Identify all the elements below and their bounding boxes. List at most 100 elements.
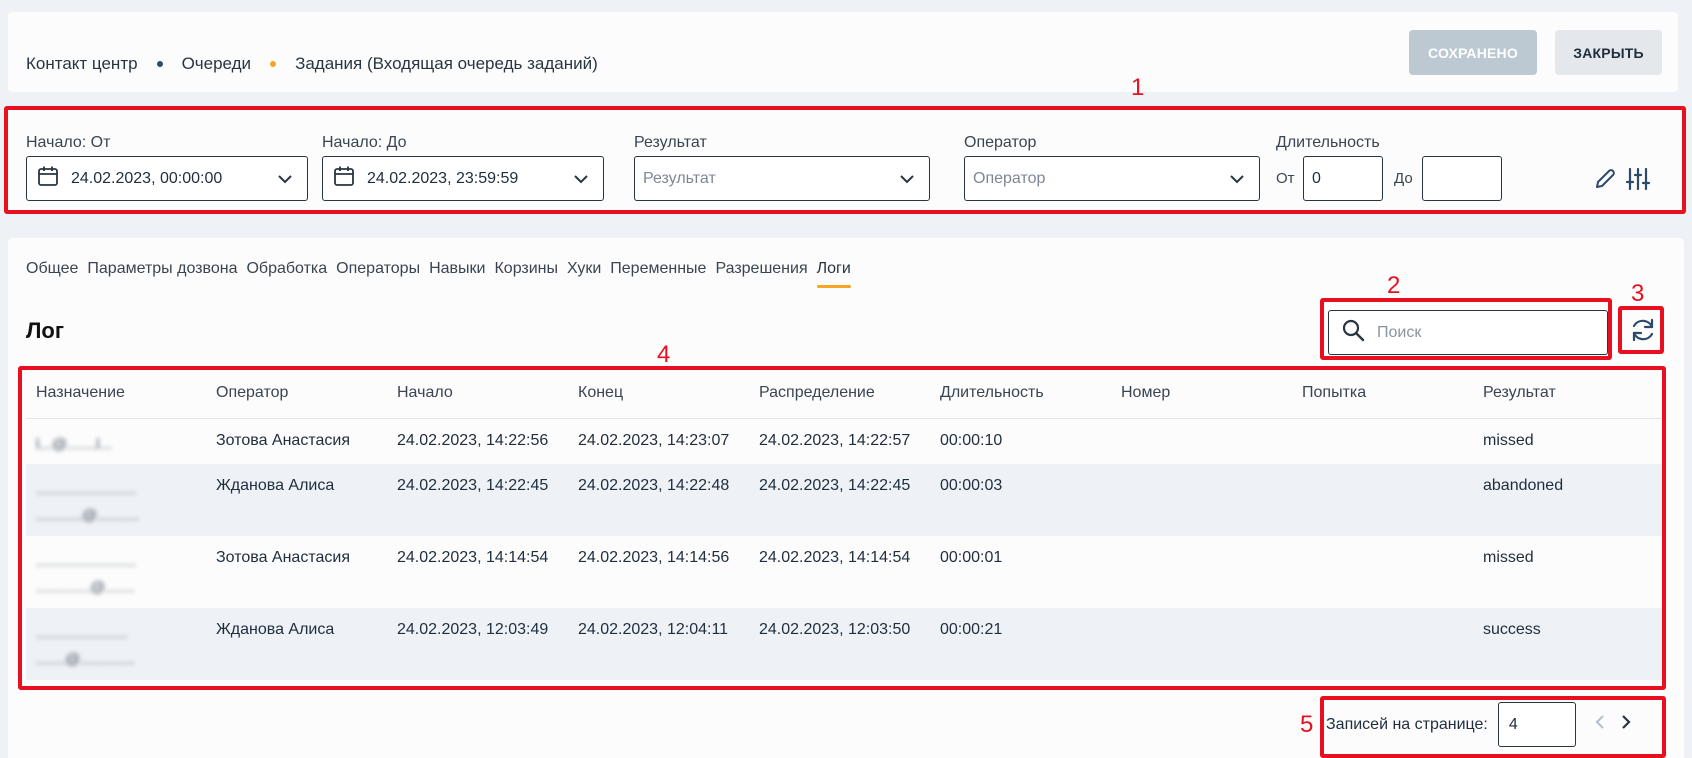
breadcrumb-separator <box>156 61 163 67</box>
column-header[interactable]: Длительность <box>930 368 1111 419</box>
column-header[interactable]: Назначение <box>26 368 206 419</box>
result-cell: missed <box>1483 431 1534 449</box>
tab-variables[interactable]: Переменные <box>610 260 706 286</box>
number-cell <box>1111 608 1292 680</box>
tab-buckets[interactable]: Корзины <box>494 260 558 286</box>
next-page-icon[interactable] <box>1620 714 1632 735</box>
destination-cell-line2: .............@....... <box>36 579 135 596</box>
column-header[interactable]: Распределение <box>749 368 930 419</box>
start-to-picker[interactable]: 24.02.2023, 23:59:59 <box>322 156 604 201</box>
operator-select[interactable]: Оператор <box>964 156 1260 201</box>
destination-cell-line2: ...........@.......... <box>36 507 139 524</box>
main-panel: Общее Параметры дозвона Обработка Операт… <box>8 238 1684 758</box>
start-cell: 24.02.2023, 14:14:54 <box>397 549 549 566</box>
start-cell: 24.02.2023, 14:22:56 <box>397 431 549 449</box>
number-cell <box>1111 418 1292 464</box>
duration-from-input[interactable]: 0 <box>1303 156 1383 201</box>
destination-cell: ........................ <box>36 481 137 498</box>
tab-general[interactable]: Общее <box>26 260 78 286</box>
result-label: Результат <box>634 134 707 151</box>
tab-permissions[interactable]: Разрешения <box>715 260 807 286</box>
log-table: Назначение Оператор Начало Конец Распред… <box>26 368 1664 680</box>
result-cell: missed <box>1483 549 1534 566</box>
destination-cell: ........................ <box>36 553 137 570</box>
distribution-cell: 24.02.2023, 12:03:50 <box>749 608 930 680</box>
header-bar: Контакт центр Очереди Задания (Входящая … <box>8 12 1678 92</box>
tab-processing[interactable]: Обработка <box>246 260 327 286</box>
duration-from-value: 0 <box>1312 169 1321 187</box>
attempt-cell <box>1292 418 1473 464</box>
duration-from-label: От <box>1276 170 1295 187</box>
table-row[interactable]: ...................... .......@..........… <box>26 608 1664 680</box>
breadcrumb-queues[interactable]: Очереди <box>182 54 252 74</box>
page-size-value: 4 <box>1508 715 1518 733</box>
annotation-number-5: 5 <box>1300 711 1314 738</box>
close-button[interactable]: ЗАКРЫТЬ <box>1555 30 1662 75</box>
pencil-icon[interactable] <box>1593 167 1617 196</box>
chevron-down-icon <box>277 171 293 192</box>
attempt-cell <box>1292 536 1473 608</box>
filters-panel: Начало: От 24.02.2023, 00:00:00 Начало: … <box>8 108 1684 213</box>
annotation-number-4: 4 <box>657 341 671 368</box>
tab-hooks[interactable]: Хуки <box>567 260 601 286</box>
duration-cell: 00:00:03 <box>930 464 1111 536</box>
annotation-number-1: 1 <box>1131 74 1145 101</box>
result-cell: success <box>1473 608 1664 680</box>
search-placeholder: Поиск <box>1377 323 1422 341</box>
start-from-value: 24.02.2023, 00:00:00 <box>71 169 223 187</box>
duration-cell: 00:00:21 <box>930 608 1111 680</box>
page-size-label: Записей на странице: <box>1326 715 1488 733</box>
duration-to-label: До <box>1394 170 1413 187</box>
chevron-down-icon <box>1229 171 1245 192</box>
table-row[interactable]: l...@.......l... Зотова Анастасия 24.02.… <box>26 418 1664 464</box>
refresh-icon <box>1629 316 1657 349</box>
duration-to-input[interactable] <box>1422 156 1502 201</box>
start-to-label: Начало: До <box>322 134 407 151</box>
column-header[interactable]: Конец <box>568 368 749 419</box>
end-cell: 24.02.2023, 14:23:07 <box>578 431 730 449</box>
calendar-icon <box>333 165 355 192</box>
table-row[interactable]: ........................ .............@..… <box>26 536 1664 608</box>
tab-logs[interactable]: Логи <box>816 260 851 288</box>
breadcrumb-contact-center[interactable]: Контакт центр <box>26 54 138 74</box>
destination-cell: l...@.......l... <box>36 435 113 453</box>
column-header[interactable]: Результат <box>1473 368 1664 419</box>
saved-button[interactable]: СОХРАНЕНО <box>1409 30 1537 75</box>
start-cell: 24.02.2023, 14:22:45 <box>387 464 568 536</box>
operator-cell: Зотова Анастасия <box>216 549 350 566</box>
calendar-icon <box>37 165 59 192</box>
pagination: Записей на странице: 4 <box>1326 702 1632 747</box>
tab-dial-params[interactable]: Параметры дозвона <box>87 260 237 286</box>
column-header[interactable]: Попытка <box>1292 368 1473 419</box>
column-header[interactable]: Номер <box>1111 368 1292 419</box>
destination-cell-line2: .......@............. <box>36 651 135 668</box>
refresh-button[interactable] <box>1626 315 1660 349</box>
search-input[interactable]: Поиск <box>1328 310 1608 355</box>
annotation-number-2: 2 <box>1387 272 1401 299</box>
tab-skills[interactable]: Навыки <box>429 260 485 286</box>
duration-cell: 00:00:10 <box>940 431 1003 449</box>
number-cell <box>1111 464 1292 536</box>
start-from-picker[interactable]: 24.02.2023, 00:00:00 <box>26 156 308 201</box>
result-select[interactable]: Результат <box>634 156 930 201</box>
attempt-cell <box>1292 464 1473 536</box>
page-size-input[interactable]: 4 <box>1497 702 1576 747</box>
result-placeholder: Результат <box>643 169 716 187</box>
filter-settings-icon[interactable] <box>1625 166 1651 197</box>
end-cell: 24.02.2023, 12:04:11 <box>568 608 749 680</box>
distribution-cell: 24.02.2023, 14:14:54 <box>759 549 911 566</box>
column-header[interactable]: Оператор <box>206 368 387 419</box>
breadcrumb: Контакт центр Очереди Задания (Входящая … <box>26 54 598 74</box>
chevron-down-icon <box>899 171 915 192</box>
distribution-cell: 24.02.2023, 14:22:45 <box>749 464 930 536</box>
column-header[interactable]: Начало <box>387 368 568 419</box>
attempt-cell <box>1292 608 1473 680</box>
tab-operators[interactable]: Операторы <box>336 260 420 286</box>
end-cell: 24.02.2023, 14:14:56 <box>578 549 730 566</box>
result-cell: abandoned <box>1473 464 1664 536</box>
start-from-label: Начало: От <box>26 134 111 151</box>
prev-page-icon[interactable] <box>1594 714 1606 735</box>
table-row[interactable]: ........................ ...........@....… <box>26 464 1664 536</box>
annotation-number-3: 3 <box>1631 280 1645 307</box>
breadcrumb-separator <box>270 61 277 67</box>
